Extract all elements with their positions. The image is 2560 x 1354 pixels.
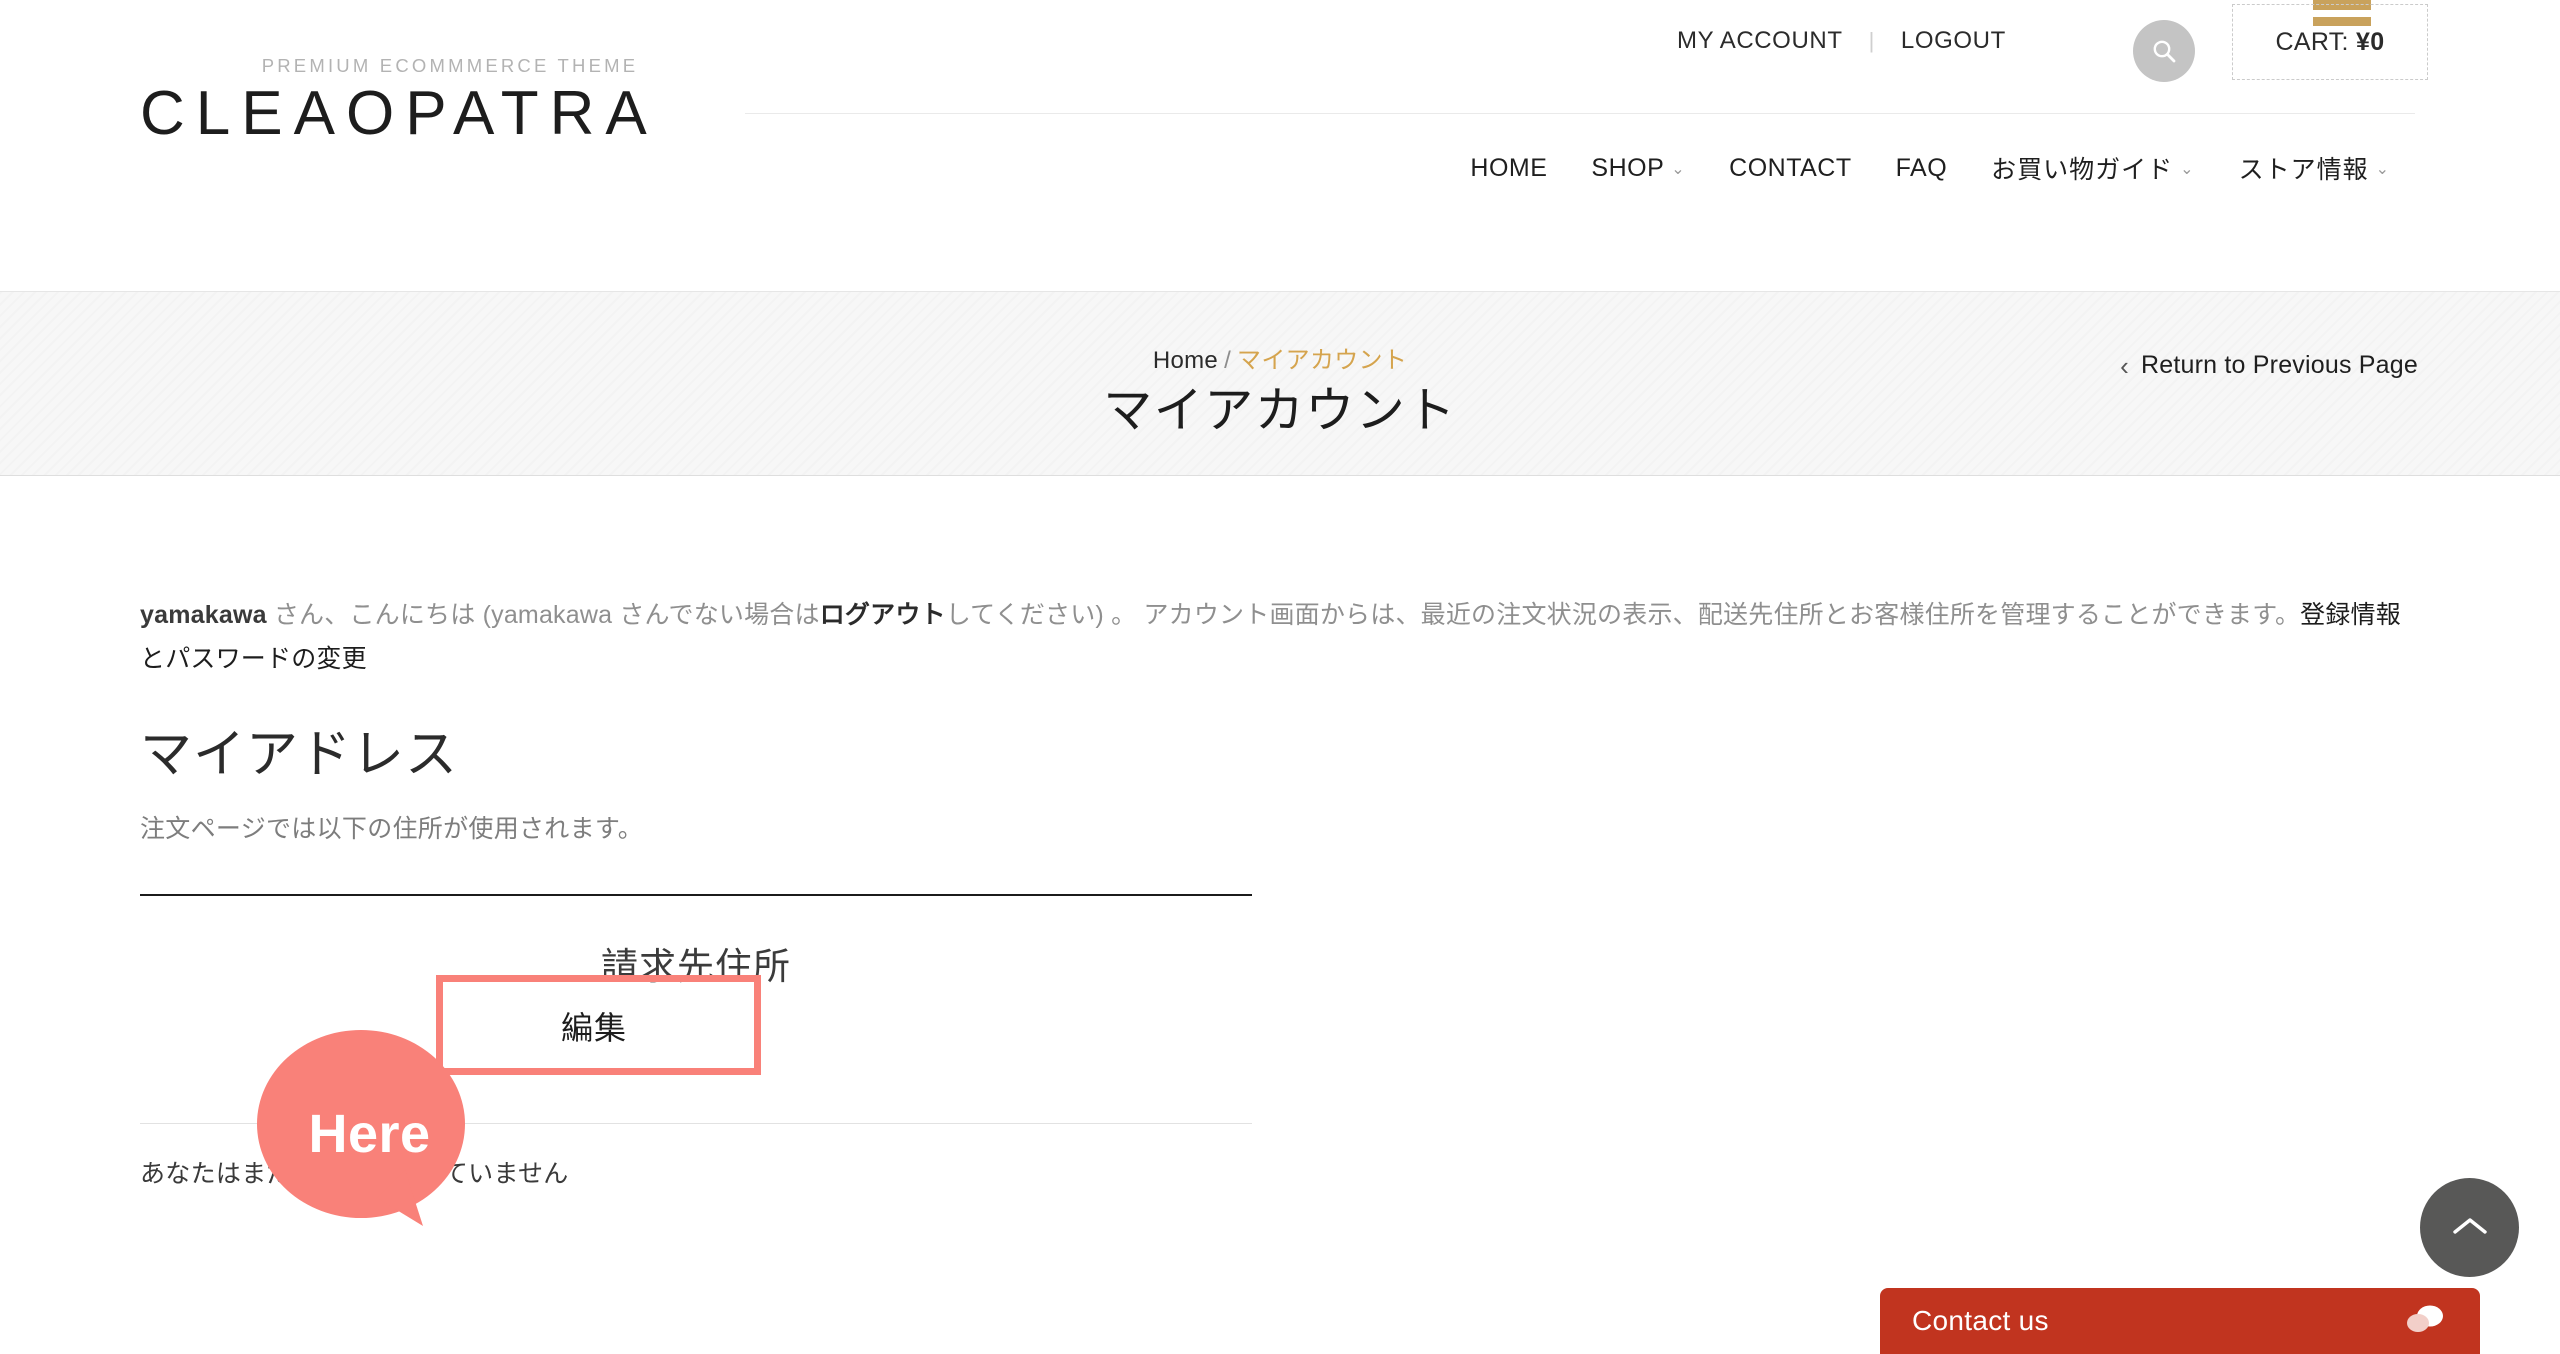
greeting-part1: さん、こんにちは (yamakawa さんでない場合は (266, 601, 820, 629)
greeting-part2: してください) 。 アカウント画面からは、最近の注文状況の表示、配送先住所とお客… (945, 601, 2301, 629)
chevron-down-icon: ⌄ (2180, 161, 2195, 178)
my-address-subtext: 注文ページでは以下の住所が使用されます。 (140, 815, 644, 843)
nav-item-store-info[interactable]: ストア情報 ⌄ (2217, 140, 2412, 196)
chevron-up-icon (2450, 1213, 2490, 1242)
cart-amount: ¥0 (2356, 27, 2385, 56)
cart-label: CART: ¥0 (2275, 27, 2385, 56)
nav-item-contact[interactable]: CONTACT (1707, 144, 1873, 193)
my-account-link[interactable]: MY ACCOUNT (1677, 27, 1843, 55)
page-root: MY ACCOUNT | LOGOUT CART: ¥0 PREMIUM ECO… (0, 0, 2560, 1354)
breadcrumb-home[interactable]: Home (1153, 347, 1218, 374)
site-logo[interactable]: PREMIUM ECOMMMERCE THEME CLEAOPATRA (140, 55, 720, 146)
billing-address-title: 請求先住所 (601, 946, 791, 987)
logo-name: CLEAOPATRA (140, 79, 658, 148)
cart-button[interactable]: CART: ¥0 (2232, 4, 2428, 80)
nav-item-shopping-guide[interactable]: お買い物ガイド ⌄ (1969, 140, 2216, 196)
nav-label: SHOP (1591, 153, 1665, 182)
breadcrumb-separator: / (1224, 347, 1232, 374)
no-address-message: あなたはまだ住所を設定していません (140, 1160, 569, 1188)
header-divider (745, 113, 2415, 114)
search-icon (2151, 38, 2177, 64)
nav-label: お買い物ガイド (1991, 156, 2174, 184)
billing-address-column: 請求先住所 編集 (140, 894, 1252, 1124)
greeting-username: yamakawa (140, 601, 267, 629)
logo-tagline: PREMIUM ECOMMMERCE THEME (261, 55, 639, 76)
chevron-down-icon: ⌄ (2375, 161, 2390, 178)
search-button[interactable] (2133, 20, 2195, 82)
nav-label: ストア情報 (2238, 156, 2369, 184)
scroll-to-top-button[interactable] (2420, 1178, 2519, 1277)
nav-item-faq[interactable]: FAQ (1874, 144, 1970, 193)
return-link-label: Return to Previous Page (2141, 351, 2418, 379)
utility-separator: | (1868, 28, 1875, 53)
return-to-previous-page-link[interactable]: ‹ Return to Previous Page (2120, 351, 2418, 380)
chevron-down-icon: ⌄ (1671, 161, 1686, 178)
nav-label: CONTACT (1729, 153, 1852, 182)
utility-links: MY ACCOUNT | LOGOUT (1677, 27, 2006, 55)
nav-item-home[interactable]: HOME (1448, 144, 1569, 193)
nav-label: FAQ (1895, 153, 1948, 182)
logout-link[interactable]: LOGOUT (1901, 27, 2006, 55)
page-banner: Home / マイアカウント マイアカウント ‹ Return to Previou… (0, 291, 2560, 476)
nav-label: HOME (1470, 153, 1548, 182)
greeting-logout-link[interactable]: ログアウト (820, 601, 946, 629)
breadcrumb-current: マイアカウント (1237, 347, 1408, 374)
chevron-left-icon: ‹ (2120, 350, 2130, 381)
contact-us-widget[interactable]: Contact us (1880, 1288, 2480, 1354)
chat-bubble-icon (2404, 1303, 2446, 1340)
main-navigation: HOME SHOP ⌄ CONTACT FAQ お買い物ガイド ⌄ ストア情報 … (0, 140, 2412, 196)
contact-us-label: Contact us (1912, 1305, 2049, 1336)
site-header: MY ACCOUNT | LOGOUT CART: ¥0 PREMIUM ECO… (0, 0, 2560, 278)
my-address-heading: マイアドレス (140, 726, 459, 784)
edit-billing-address-button[interactable]: 編集 (469, 998, 719, 1053)
page-title: マイアカウント (1103, 384, 1457, 438)
account-greeting: yamakawa さん、こんにちは (yamakawa さんでない場合はログアウ… (140, 594, 2420, 682)
nav-item-shop[interactable]: SHOP ⌄ (1569, 144, 1707, 193)
